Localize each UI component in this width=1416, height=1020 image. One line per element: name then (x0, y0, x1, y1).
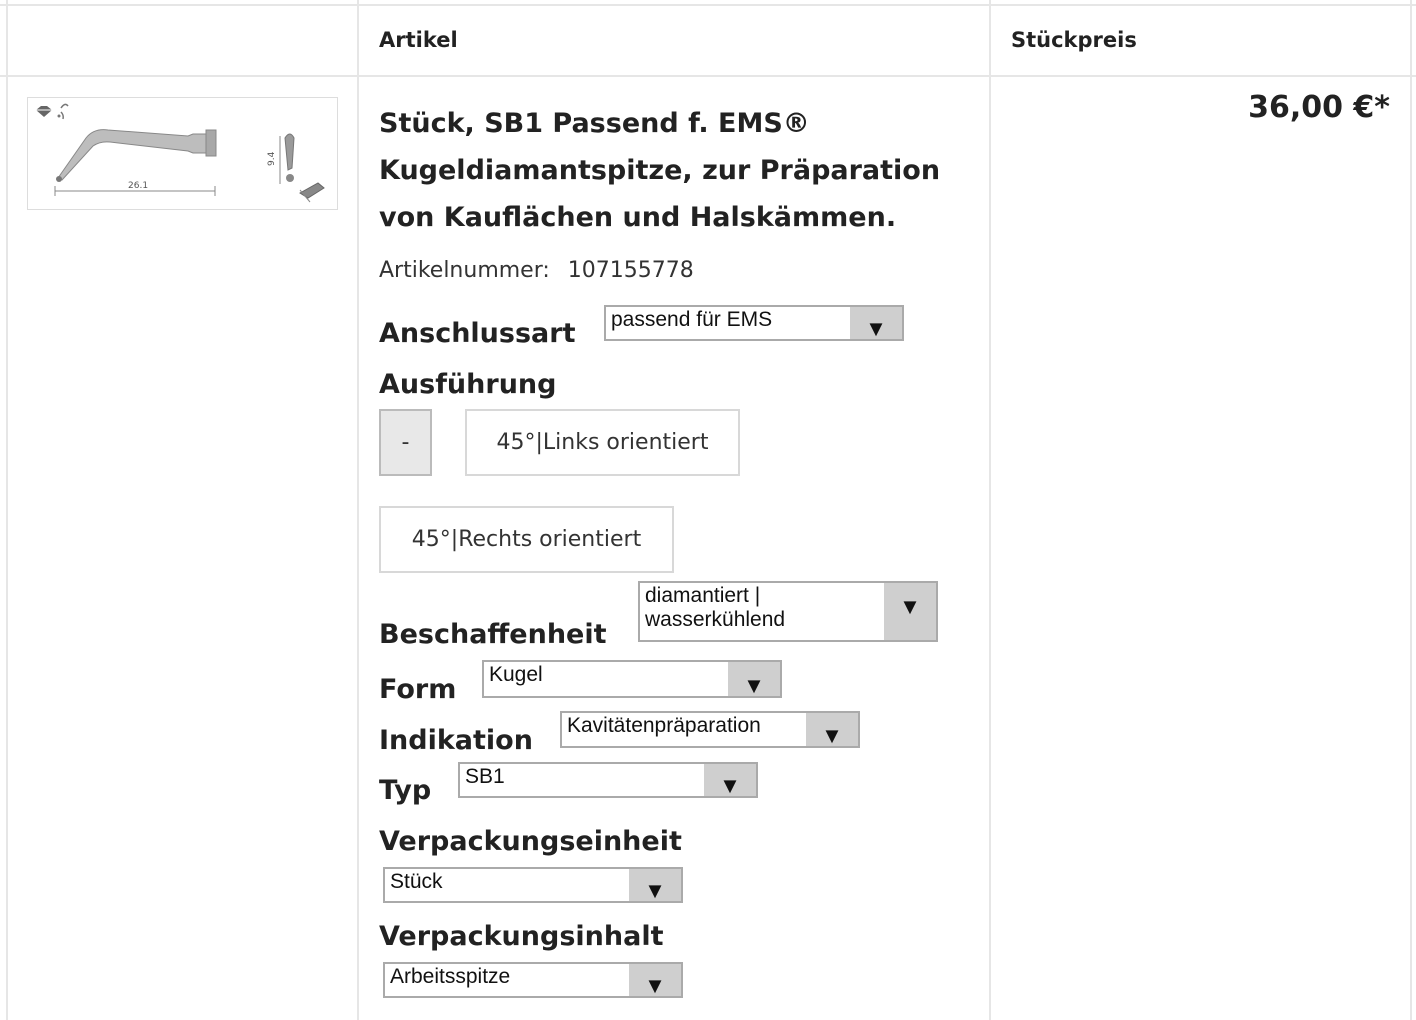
table-border-col3 (989, 0, 991, 1020)
triangle-down-icon: ▼ (865, 316, 887, 341)
table-border-top (0, 4, 1416, 6)
verpackungseinheit-select[interactable]: Stück ▼ (383, 867, 683, 903)
form-value: Kugel (489, 663, 543, 686)
diamond-icon (36, 106, 52, 117)
indikation-select[interactable]: Kavitätenpräparation ▼ (560, 711, 860, 748)
ausfuehrung-option-none[interactable]: - (379, 409, 432, 476)
article-number-label: Artikelnummer: (379, 258, 550, 283)
ausfuehrung-option-rechts[interactable]: 45°|Rechts orientiert (379, 506, 674, 573)
triangle-down-icon: ▼ (719, 773, 741, 798)
column-header-stueckpreis: Stückpreis (1011, 28, 1137, 52)
verpackungseinheit-label: Verpackungseinheit (379, 826, 682, 857)
table-border-left (6, 0, 8, 1020)
product-title[interactable]: Stück, SB1 Passend f. EMS® Kugeldiamants… (379, 100, 979, 241)
form-label: Form (379, 674, 457, 705)
anschlussart-value: passend für EMS (611, 308, 773, 331)
triangle-down-icon: ▼ (821, 723, 843, 748)
unit-price: 36,00 €* (1248, 90, 1390, 125)
dropdown-arrow: ▼ (884, 583, 936, 640)
typ-value: SB1 (465, 765, 505, 788)
article-number-row: Artikelnummer: 107155778 (379, 258, 694, 283)
dropdown-arrow: ▼ (850, 307, 902, 341)
verpackungsinhalt-label: Verpackungsinhalt (379, 921, 664, 952)
column-header-artikel: Artikel (379, 28, 458, 52)
triangle-down-icon: ▼ (743, 673, 765, 698)
ausfuehrung-label: Ausführung (379, 369, 557, 400)
beschaffenheit-select[interactable]: diamantiert | wasserkühlend ▼ (638, 581, 938, 642)
triangle-down-icon: ▼ (899, 594, 921, 619)
typ-label: Typ (379, 775, 432, 806)
triangle-down-icon: ▼ (644, 878, 666, 903)
indikation-value: Kavitätenpräparation (567, 714, 761, 737)
beschaffenheit-label: Beschaffenheit (379, 619, 607, 650)
verpackungsinhalt-value: Arbeitsspitze (390, 965, 511, 988)
table-border-col2 (357, 0, 359, 1020)
beschaffenheit-value: diamantiert | wasserkühlend (645, 584, 786, 631)
indikation-label: Indikation (379, 725, 533, 756)
water-drop-icon (57, 103, 69, 120)
anschlussart-select[interactable]: passend für EMS ▼ (604, 305, 904, 341)
dropdown-arrow: ▼ (806, 713, 858, 748)
ausfuehrung-option-links[interactable]: 45°|Links orientiert (465, 409, 740, 476)
article-number: 107155778 (567, 258, 694, 283)
form-select[interactable]: Kugel ▼ (482, 660, 782, 698)
dropdown-arrow: ▼ (704, 764, 756, 798)
typ-select[interactable]: SB1 ▼ (458, 762, 758, 798)
table-header-divider (0, 75, 1416, 77)
product-image[interactable]: 26.1 9.4 (27, 97, 338, 210)
table-border-right (1410, 0, 1412, 1020)
verpackungsinhalt-select[interactable]: Arbeitsspitze ▼ (383, 962, 683, 998)
anschlussart-label: Anschlussart (379, 318, 576, 349)
verpackungseinheit-value: Stück (390, 870, 443, 893)
dimension-height: 9.4 (267, 151, 277, 166)
dimension-length: 26.1 (128, 181, 148, 191)
dropdown-arrow: ▼ (629, 869, 681, 903)
dropdown-arrow: ▼ (728, 662, 780, 698)
triangle-down-icon: ▼ (644, 973, 666, 998)
dropdown-arrow: ▼ (629, 964, 681, 998)
